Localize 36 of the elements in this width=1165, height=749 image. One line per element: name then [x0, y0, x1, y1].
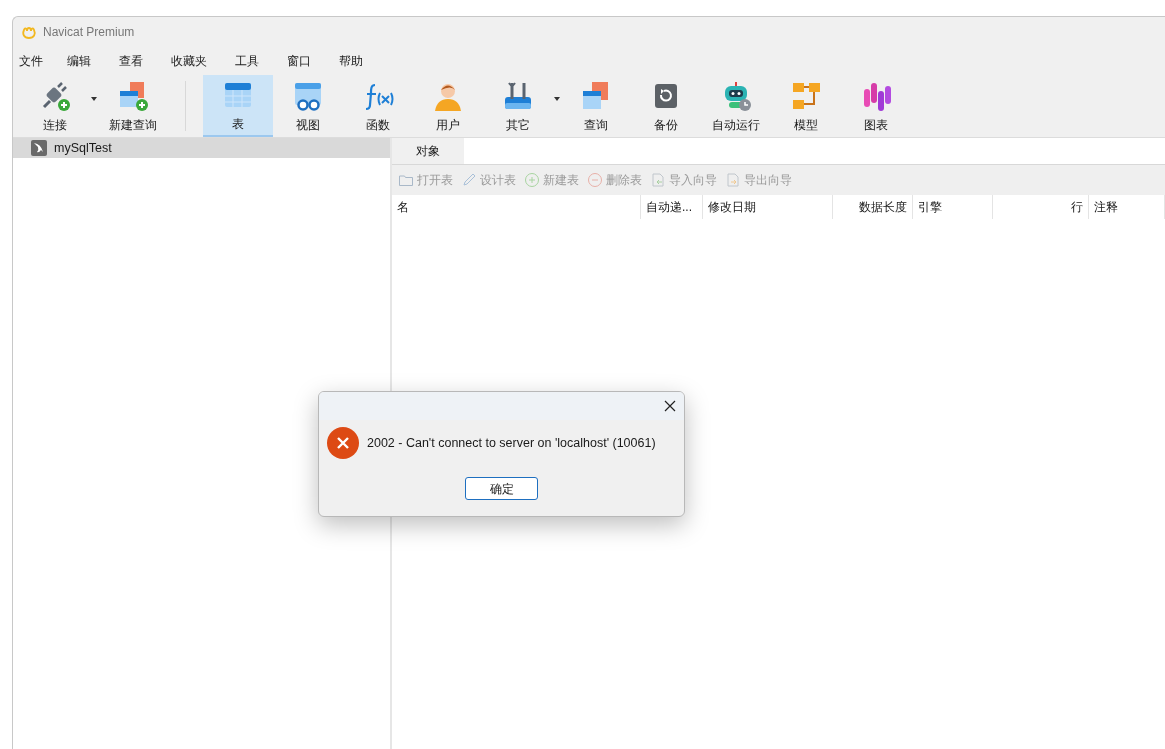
dolphin-icon — [31, 140, 47, 156]
menu-item[interactable]: 编辑 — [53, 47, 105, 75]
toolbar-button[interactable]: 图表 — [841, 75, 911, 137]
dropdown-caret-icon[interactable] — [91, 97, 97, 101]
toolbar-button[interactable]: 表 — [203, 75, 273, 137]
pencil-icon — [461, 172, 477, 188]
import-icon — [650, 172, 666, 188]
menu-item[interactable]: 帮助 — [325, 47, 377, 75]
tab[interactable]: 对象 — [392, 138, 464, 164]
toolbar-button[interactable]: 连接 — [20, 75, 90, 137]
toolbar-button[interactable]: 备份 — [631, 75, 701, 137]
error-icon — [327, 427, 359, 459]
close-icon[interactable] — [664, 400, 676, 412]
menu-item[interactable]: 文件 — [13, 47, 53, 75]
toolbar-button[interactable]: 新建查询 — [98, 75, 168, 137]
toolbar-button[interactable]: 用户 — [413, 75, 483, 137]
connection-item[interactable]: mySqlTest — [13, 138, 390, 158]
window-title: Navicat Premium — [43, 24, 135, 41]
menu-item[interactable]: 工具 — [221, 47, 273, 75]
toolbar-button[interactable]: 函数 — [343, 75, 413, 137]
toolbar-button[interactable]: 视图 — [273, 75, 343, 137]
toolbar-button[interactable]: 其它 — [483, 75, 553, 137]
toolbar-button[interactable]: 查询 — [561, 75, 631, 137]
toolbar-button[interactable]: 自动运行 — [701, 75, 771, 137]
dropdown-caret-icon[interactable] — [554, 97, 560, 101]
app-logo-icon — [21, 24, 37, 40]
ok-button[interactable]: 确定 — [465, 477, 538, 500]
menu-item[interactable]: 查看 — [105, 47, 157, 75]
plus-circle-icon — [524, 172, 540, 188]
menu-item[interactable]: 窗口 — [273, 47, 325, 75]
menu-item[interactable]: 收藏夹 — [157, 47, 221, 75]
toolbar-button[interactable]: 模型 — [771, 75, 841, 137]
minus-circle-icon — [587, 172, 603, 188]
folder-icon — [398, 172, 414, 188]
error-message: 2002 - Can't connect to server on 'localhost' (10061) — [367, 434, 656, 452]
export-icon — [725, 172, 741, 188]
